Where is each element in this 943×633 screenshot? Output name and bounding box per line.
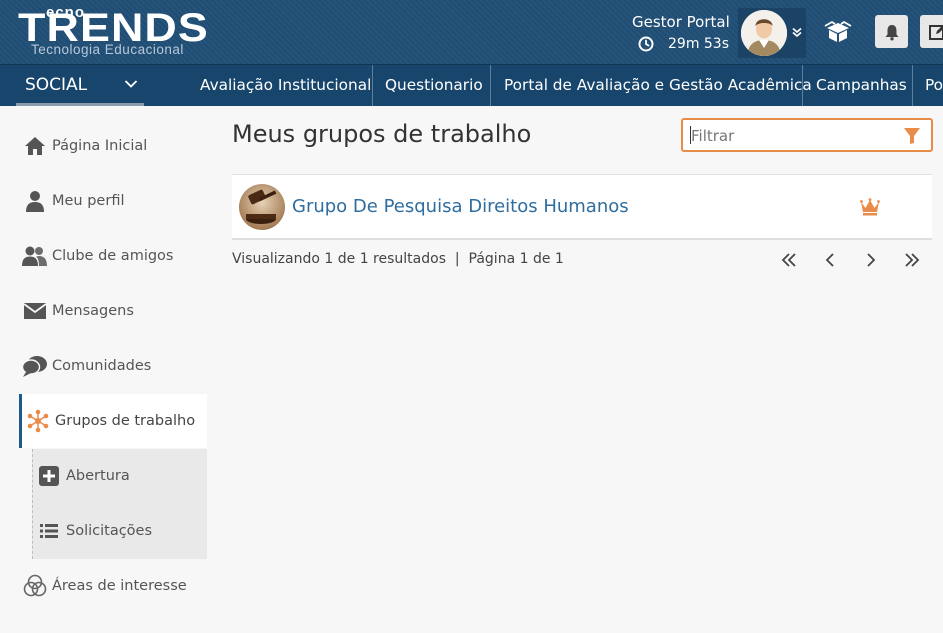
sidebar-item-label: Página Inicial [52, 138, 148, 154]
submenu-item-label: Solicitações [66, 523, 153, 539]
edit-button[interactable] [920, 15, 943, 48]
module-selector[interactable]: SOCIAL [16, 65, 144, 106]
user-menu[interactable] [738, 8, 806, 58]
sidebar-item-label: Meu perfil [52, 193, 125, 209]
submenu-item-solicitacoes[interactable]: Solicitações [38, 504, 206, 558]
crown-icon [860, 198, 880, 216]
next-page-icon [867, 253, 876, 267]
avatar-image [741, 10, 787, 56]
home-icon [22, 134, 48, 158]
sidebar-item-grupos-de-trabalho[interactable]: Grupos de trabalho [19, 394, 207, 448]
chat-icon [22, 354, 48, 378]
main-nav: SOCIAL Avaliação Institucional Questiona… [0, 64, 943, 106]
sidebar-item-label: Comunidades [52, 358, 152, 374]
nav-item-avaliacao[interactable]: Avaliação Institucional [200, 65, 371, 106]
users-icon [22, 244, 48, 268]
sidebar-item-comunidades[interactable]: Comunidades [19, 339, 207, 393]
submenu-item-abertura[interactable]: Abertura [38, 449, 206, 503]
session-timer: 29m 53s [638, 36, 729, 52]
filter-icon[interactable] [903, 127, 921, 145]
nav-divider [490, 65, 491, 106]
next-page-button[interactable] [861, 250, 881, 270]
gavel-icon [239, 184, 285, 230]
nav-item-campanhas[interactable]: Campanhas [816, 65, 907, 106]
edit-icon [929, 24, 943, 40]
page-indicator: Página 1 de 1 [468, 251, 564, 267]
sidebar-item-label: Grupos de trabalho [55, 413, 196, 429]
nav-item-more[interactable]: Po [925, 65, 943, 106]
group-name-link[interactable]: Grupo De Pesquisa Direitos Humanos [292, 196, 629, 217]
nav-item-questionario[interactable]: Questionario [385, 65, 483, 106]
group-thumbnail[interactable] [239, 184, 285, 230]
box-icon[interactable] [824, 20, 852, 44]
nav-divider [912, 65, 913, 106]
notifications-button[interactable] [875, 15, 908, 48]
nav-item-portal[interactable]: Portal de Avaliação e Gestão Acadêmica [504, 65, 812, 106]
circles-icon [22, 574, 48, 598]
session-timer-text: 29m 53s [668, 36, 730, 52]
plus-square-icon [38, 465, 60, 487]
results-summary: Visualizando 1 de 1 resultados | Página … [232, 251, 564, 267]
results-separator: | [454, 251, 460, 267]
sidebar-item-clube-de-amigos[interactable]: Clube de amigos [19, 229, 207, 283]
envelope-icon [22, 299, 48, 323]
prev-page-icon [825, 253, 834, 267]
user-name: Gestor Portal [632, 13, 730, 31]
last-page-button[interactable] [902, 250, 922, 270]
submenu-item-label: Abertura [66, 468, 130, 484]
first-page-icon [781, 253, 796, 267]
sidebar-item-label: Áreas de interesse [52, 578, 187, 594]
page-title: Meus grupos de trabalho [232, 120, 532, 148]
top-header: ecno TRENDS Tecnologia Educacional Gesto… [0, 0, 943, 64]
avatar[interactable] [741, 10, 787, 56]
results-count-text: Visualizando 1 de 1 resultados [232, 251, 446, 267]
logo[interactable]: ecno TRENDS Tecnologia Educacional [18, 4, 208, 60]
logo-subtitle: Tecnologia Educacional [31, 42, 184, 57]
sidebar-item-meu-perfil[interactable]: Meu perfil [19, 174, 207, 228]
first-page-button[interactable] [779, 250, 799, 270]
sidebar-item-mensagens[interactable]: Mensagens [19, 284, 207, 338]
sidebar-item-label: Clube de amigos [52, 248, 174, 264]
prev-page-button[interactable] [820, 250, 840, 270]
sidebar-item-label: Mensagens [52, 303, 134, 319]
sidebar-item-pagina-inicial[interactable]: Página Inicial [19, 119, 207, 173]
filter-input[interactable] [689, 124, 893, 148]
clock-icon [638, 36, 654, 52]
bell-icon [885, 24, 898, 40]
list-icon [38, 520, 60, 542]
nav-divider [372, 65, 373, 106]
chevron-down-icon[interactable] [791, 26, 803, 38]
filter-box[interactable] [681, 118, 933, 152]
last-page-icon [905, 253, 920, 267]
module-label: SOCIAL [25, 75, 88, 95]
network-icon [25, 409, 51, 433]
sidebar-item-areas-de-interesse[interactable]: Áreas de interesse [19, 559, 207, 613]
group-row: Grupo De Pesquisa Direitos Humanos [232, 174, 932, 240]
nav-divider [802, 65, 803, 106]
user-icon [22, 189, 48, 213]
chevron-down-icon[interactable] [124, 77, 138, 91]
